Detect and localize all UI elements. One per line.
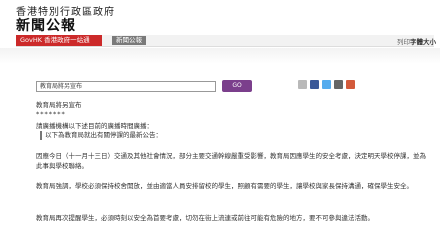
intro-text: 請廣播機構以下述目前的廣播時間廣播： bbox=[36, 122, 153, 130]
navigation-bar: GovHK 香港政府一站通 新聞公報 bbox=[16, 35, 434, 47]
search-input[interactable] bbox=[36, 81, 216, 92]
font-size-control[interactable]: 字體大小 bbox=[410, 36, 436, 46]
bookmark-icon[interactable] bbox=[298, 80, 307, 89]
press-heading: 教育局將另宣布 bbox=[36, 101, 82, 109]
paragraph-2: 教育局強調，學校必須保持校舍開放，並由適當人員安排留校的學生，照顧有需要的學生，… bbox=[36, 182, 413, 190]
facebook-icon[interactable] bbox=[310, 80, 319, 89]
share-toolbar bbox=[298, 80, 355, 89]
share-icon[interactable] bbox=[346, 80, 355, 89]
header-divider bbox=[0, 48, 440, 64]
email-icon[interactable] bbox=[334, 80, 343, 89]
asterisk-line: ******* bbox=[36, 110, 66, 118]
paragraph-3: 教育局再次提醒學生，必須時刻以安全為首要考慮，切勿在街上流連或前往可能有危險的地… bbox=[36, 214, 374, 222]
quote-text: 以下為教育局就出有關停課的最新公告： bbox=[45, 131, 162, 139]
paragraph-1: 因應今日（十一月十三日）交通及其他社會情況，部分主要交通幹線嚴重受影響，教育局因… bbox=[36, 152, 426, 170]
govhk-tab[interactable]: GovHK 香港政府一站通 bbox=[16, 35, 102, 46]
page-title[interactable]: 新聞公報 bbox=[16, 15, 76, 35]
go-button[interactable]: GO bbox=[222, 80, 252, 92]
archive-tab[interactable]: 新聞公報 bbox=[112, 36, 146, 45]
twitter-icon[interactable] bbox=[322, 80, 331, 89]
print-link[interactable]: 列印 bbox=[397, 36, 410, 46]
site-header: 香港特別行政區政府 新聞公報 bbox=[0, 0, 440, 34]
quote-marker bbox=[40, 131, 42, 140]
